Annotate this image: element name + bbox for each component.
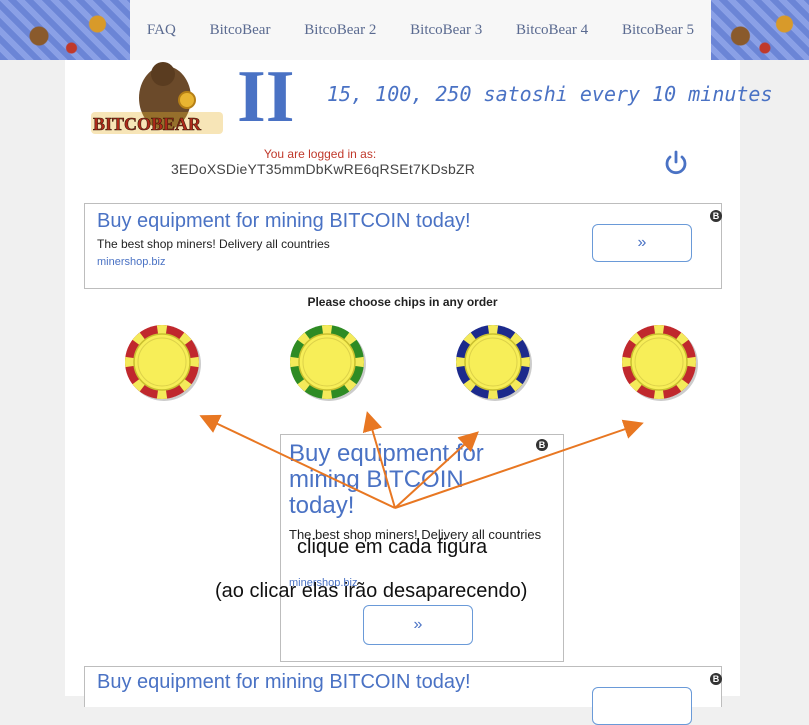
nav-decoration-right xyxy=(711,0,809,60)
nav-link-faq[interactable]: FAQ xyxy=(147,22,176,39)
ad-description: The best shop miners! Delivery all count… xyxy=(97,237,330,251)
chip-1[interactable] xyxy=(122,322,202,402)
ad-badge-icon[interactable]: B xyxy=(710,210,722,222)
nav-decoration-left xyxy=(0,0,130,60)
chip-3[interactable] xyxy=(453,322,533,402)
ad-title[interactable]: Buy equipment for mining BITCOIN today! xyxy=(289,441,529,519)
ad-banner-top[interactable]: Buy equipment for mining BITCOIN today! … xyxy=(84,203,722,289)
ad-go-button[interactable]: » xyxy=(363,605,473,645)
ad-url[interactable]: minershop.biz xyxy=(97,256,165,268)
game-instruction: Please choose chips in any order xyxy=(307,295,498,309)
nav-link-bitcobear[interactable]: BitcoBear xyxy=(210,22,271,39)
annotation-caption-2: (ao clicar elas irão desaparecendo) xyxy=(215,580,528,602)
ad-badge-icon[interactable]: B xyxy=(536,439,548,451)
nav-link-bitcobear-5[interactable]: BitcoBear 5 xyxy=(622,22,694,39)
ad-title[interactable]: Buy equipment for mining BITCOIN today! xyxy=(97,210,471,233)
wallet-address: 3EDoXSDieYT35mmDbKwRE6qRSEt7KDsbZR xyxy=(171,161,476,177)
nav-link-bitcobear-2[interactable]: BitcoBear 2 xyxy=(304,22,376,39)
ad-go-button[interactable]: » xyxy=(592,224,692,262)
nav-links: FAQ BitcoBear BitcoBear 2 BitcoBear 3 Bi… xyxy=(130,0,711,60)
ad-go-button[interactable] xyxy=(592,687,692,725)
annotation-caption-1: clique em cada figura xyxy=(297,536,488,558)
chip-4[interactable] xyxy=(619,322,699,402)
nav-link-bitcobear-4[interactable]: BitcoBear 4 xyxy=(516,22,588,39)
ad-title[interactable]: Buy equipment for mining BITCOIN today! xyxy=(97,671,471,694)
top-navigation: FAQ BitcoBear BitcoBear 2 BitcoBear 3 Bi… xyxy=(0,0,809,60)
ad-banner-bottom[interactable]: Buy equipment for mining BITCOIN today! … xyxy=(84,666,722,725)
bitcobear-logo[interactable]: BITCOBEAR xyxy=(87,60,227,140)
chip-2[interactable] xyxy=(287,322,367,402)
logo-numeral: II xyxy=(237,56,295,138)
ad-badge-icon[interactable]: B xyxy=(710,673,722,685)
logo-text: BITCOBEAR xyxy=(93,114,202,134)
tagline: 15, 100, 250 satoshi every 10 minutes xyxy=(327,82,773,106)
logout-power-icon[interactable] xyxy=(663,150,689,176)
logged-in-label: You are logged in as: xyxy=(263,147,377,161)
nav-link-bitcobear-3[interactable]: BitcoBear 3 xyxy=(410,22,482,39)
